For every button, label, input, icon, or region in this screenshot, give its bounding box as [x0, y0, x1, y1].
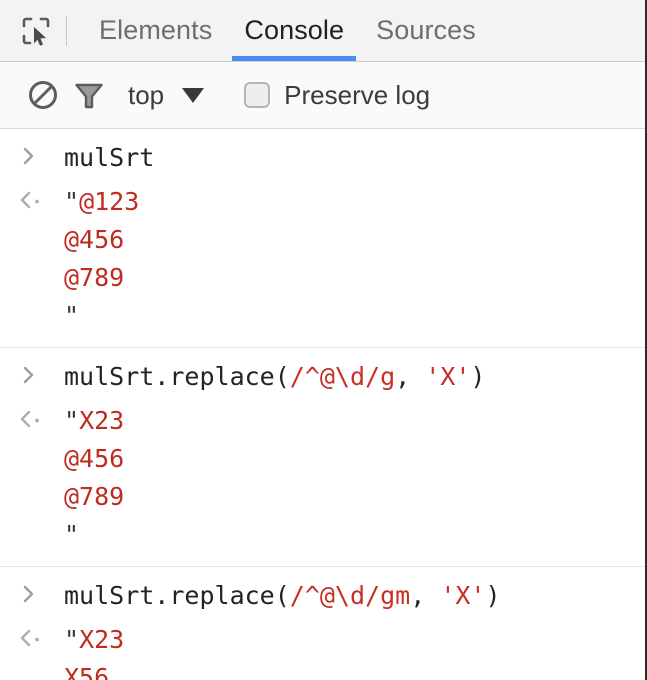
- code-token-string: 'X': [425, 362, 471, 391]
- console-output-marker: [18, 183, 58, 211]
- console-output-row: "@123 @456 @789 ": [0, 181, 645, 347]
- string-line: @123: [79, 187, 140, 216]
- console-output-string: "X23 X56 X89 ": [58, 621, 124, 680]
- preserve-log-label: Preserve log: [284, 79, 431, 110]
- string-line: X56: [64, 663, 110, 680]
- tab-sources-label: Sources: [376, 15, 476, 45]
- inspect-element-icon: [19, 14, 53, 48]
- console-message-list: mulSrt "@123 @456 @789 " mulSrt.replace(…: [0, 129, 645, 680]
- console-output-row: "X23 X56 X89 ": [0, 619, 645, 680]
- console-toolbar: top Preserve log: [0, 62, 645, 129]
- devtools-panel: Elements Console Sources top Preserve lo…: [0, 0, 647, 680]
- code-token-plain: ): [470, 362, 486, 391]
- chevron-left-dot-icon: [18, 627, 44, 649]
- console-entry: mulSrt.replace(/^@\d/g, 'X') "X23 @456 @…: [0, 348, 645, 567]
- string-line: @456: [64, 225, 125, 254]
- chevron-right-icon: [18, 145, 40, 167]
- string-line: @456: [64, 444, 125, 473]
- string-close-quote: ": [64, 301, 80, 330]
- chevron-left-dot-icon: [18, 189, 44, 211]
- code-token-plain: mulSrt.replace(: [64, 581, 290, 610]
- tab-sources[interactable]: Sources: [360, 0, 492, 61]
- code-token-regex: /^@\d/g: [289, 362, 396, 391]
- string-line: X23: [79, 625, 125, 654]
- string-line: @789: [64, 263, 125, 292]
- console-entry: mulSrt "@123 @456 @789 ": [0, 129, 645, 348]
- console-output-string: "X23 @456 @789 ": [58, 402, 124, 554]
- console-input-code: mulSrt: [58, 139, 154, 177]
- console-input-code: mulSrt.replace(/^@\d/gm, 'X'): [58, 577, 501, 615]
- execution-context-selector[interactable]: top: [128, 79, 205, 111]
- console-input-code: mulSrt.replace(/^@\d/g, 'X'): [58, 358, 485, 396]
- string-open-quote: ": [64, 187, 80, 216]
- console-input-marker: [18, 139, 58, 167]
- console-output-marker: [18, 402, 58, 430]
- tab-console-label: Console: [244, 15, 345, 45]
- preserve-log-checkbox[interactable]: [244, 82, 271, 108]
- code-token-plain: ,: [395, 362, 426, 391]
- console-input-row[interactable]: mulSrt.replace(/^@\d/g, 'X'): [0, 348, 645, 400]
- console-input-marker: [18, 358, 58, 386]
- chevron-left-dot-icon: [18, 408, 44, 430]
- clear-console-icon: [26, 78, 60, 112]
- string-line: X23: [79, 406, 125, 435]
- clear-console-button[interactable]: [20, 72, 66, 118]
- string-close-quote: ": [64, 520, 80, 549]
- code-token-plain: mulSrt: [64, 143, 155, 172]
- inspect-element-button[interactable]: [14, 9, 58, 53]
- filter-funnel-icon: [72, 78, 106, 112]
- string-line: @789: [64, 482, 125, 511]
- console-entry: mulSrt.replace(/^@\d/gm, 'X') "X23 X56 X…: [0, 567, 645, 680]
- console-output-marker: [18, 621, 58, 649]
- chevron-down-icon: [182, 87, 205, 103]
- filter-button[interactable]: [66, 72, 112, 118]
- tabbar-divider: [66, 15, 67, 46]
- chevron-right-icon: [18, 583, 40, 605]
- execution-context-label: top: [128, 79, 165, 110]
- devtools-tabs: Elements Console Sources: [83, 0, 492, 61]
- code-token-string: 'X': [440, 581, 486, 610]
- code-token-plain: mulSrt.replace(: [64, 362, 290, 391]
- console-input-marker: [18, 577, 58, 605]
- string-open-quote: ": [64, 625, 80, 654]
- chevron-right-icon: [18, 364, 40, 386]
- tab-elements[interactable]: Elements: [83, 0, 228, 61]
- tab-console[interactable]: Console: [228, 0, 360, 61]
- code-token-plain: ,: [410, 581, 441, 610]
- console-output-string: "@123 @456 @789 ": [58, 183, 139, 335]
- console-output-row: "X23 @456 @789 ": [0, 400, 645, 566]
- preserve-log-toggle[interactable]: Preserve log: [244, 80, 430, 111]
- console-input-row[interactable]: mulSrt.replace(/^@\d/gm, 'X'): [0, 567, 645, 619]
- console-input-row[interactable]: mulSrt: [0, 129, 645, 181]
- code-token-regex: /^@\d/gm: [289, 581, 411, 610]
- devtools-tabbar: Elements Console Sources: [0, 0, 645, 62]
- code-token-plain: ): [485, 581, 501, 610]
- tab-elements-label: Elements: [99, 15, 213, 45]
- string-open-quote: ": [64, 406, 80, 435]
